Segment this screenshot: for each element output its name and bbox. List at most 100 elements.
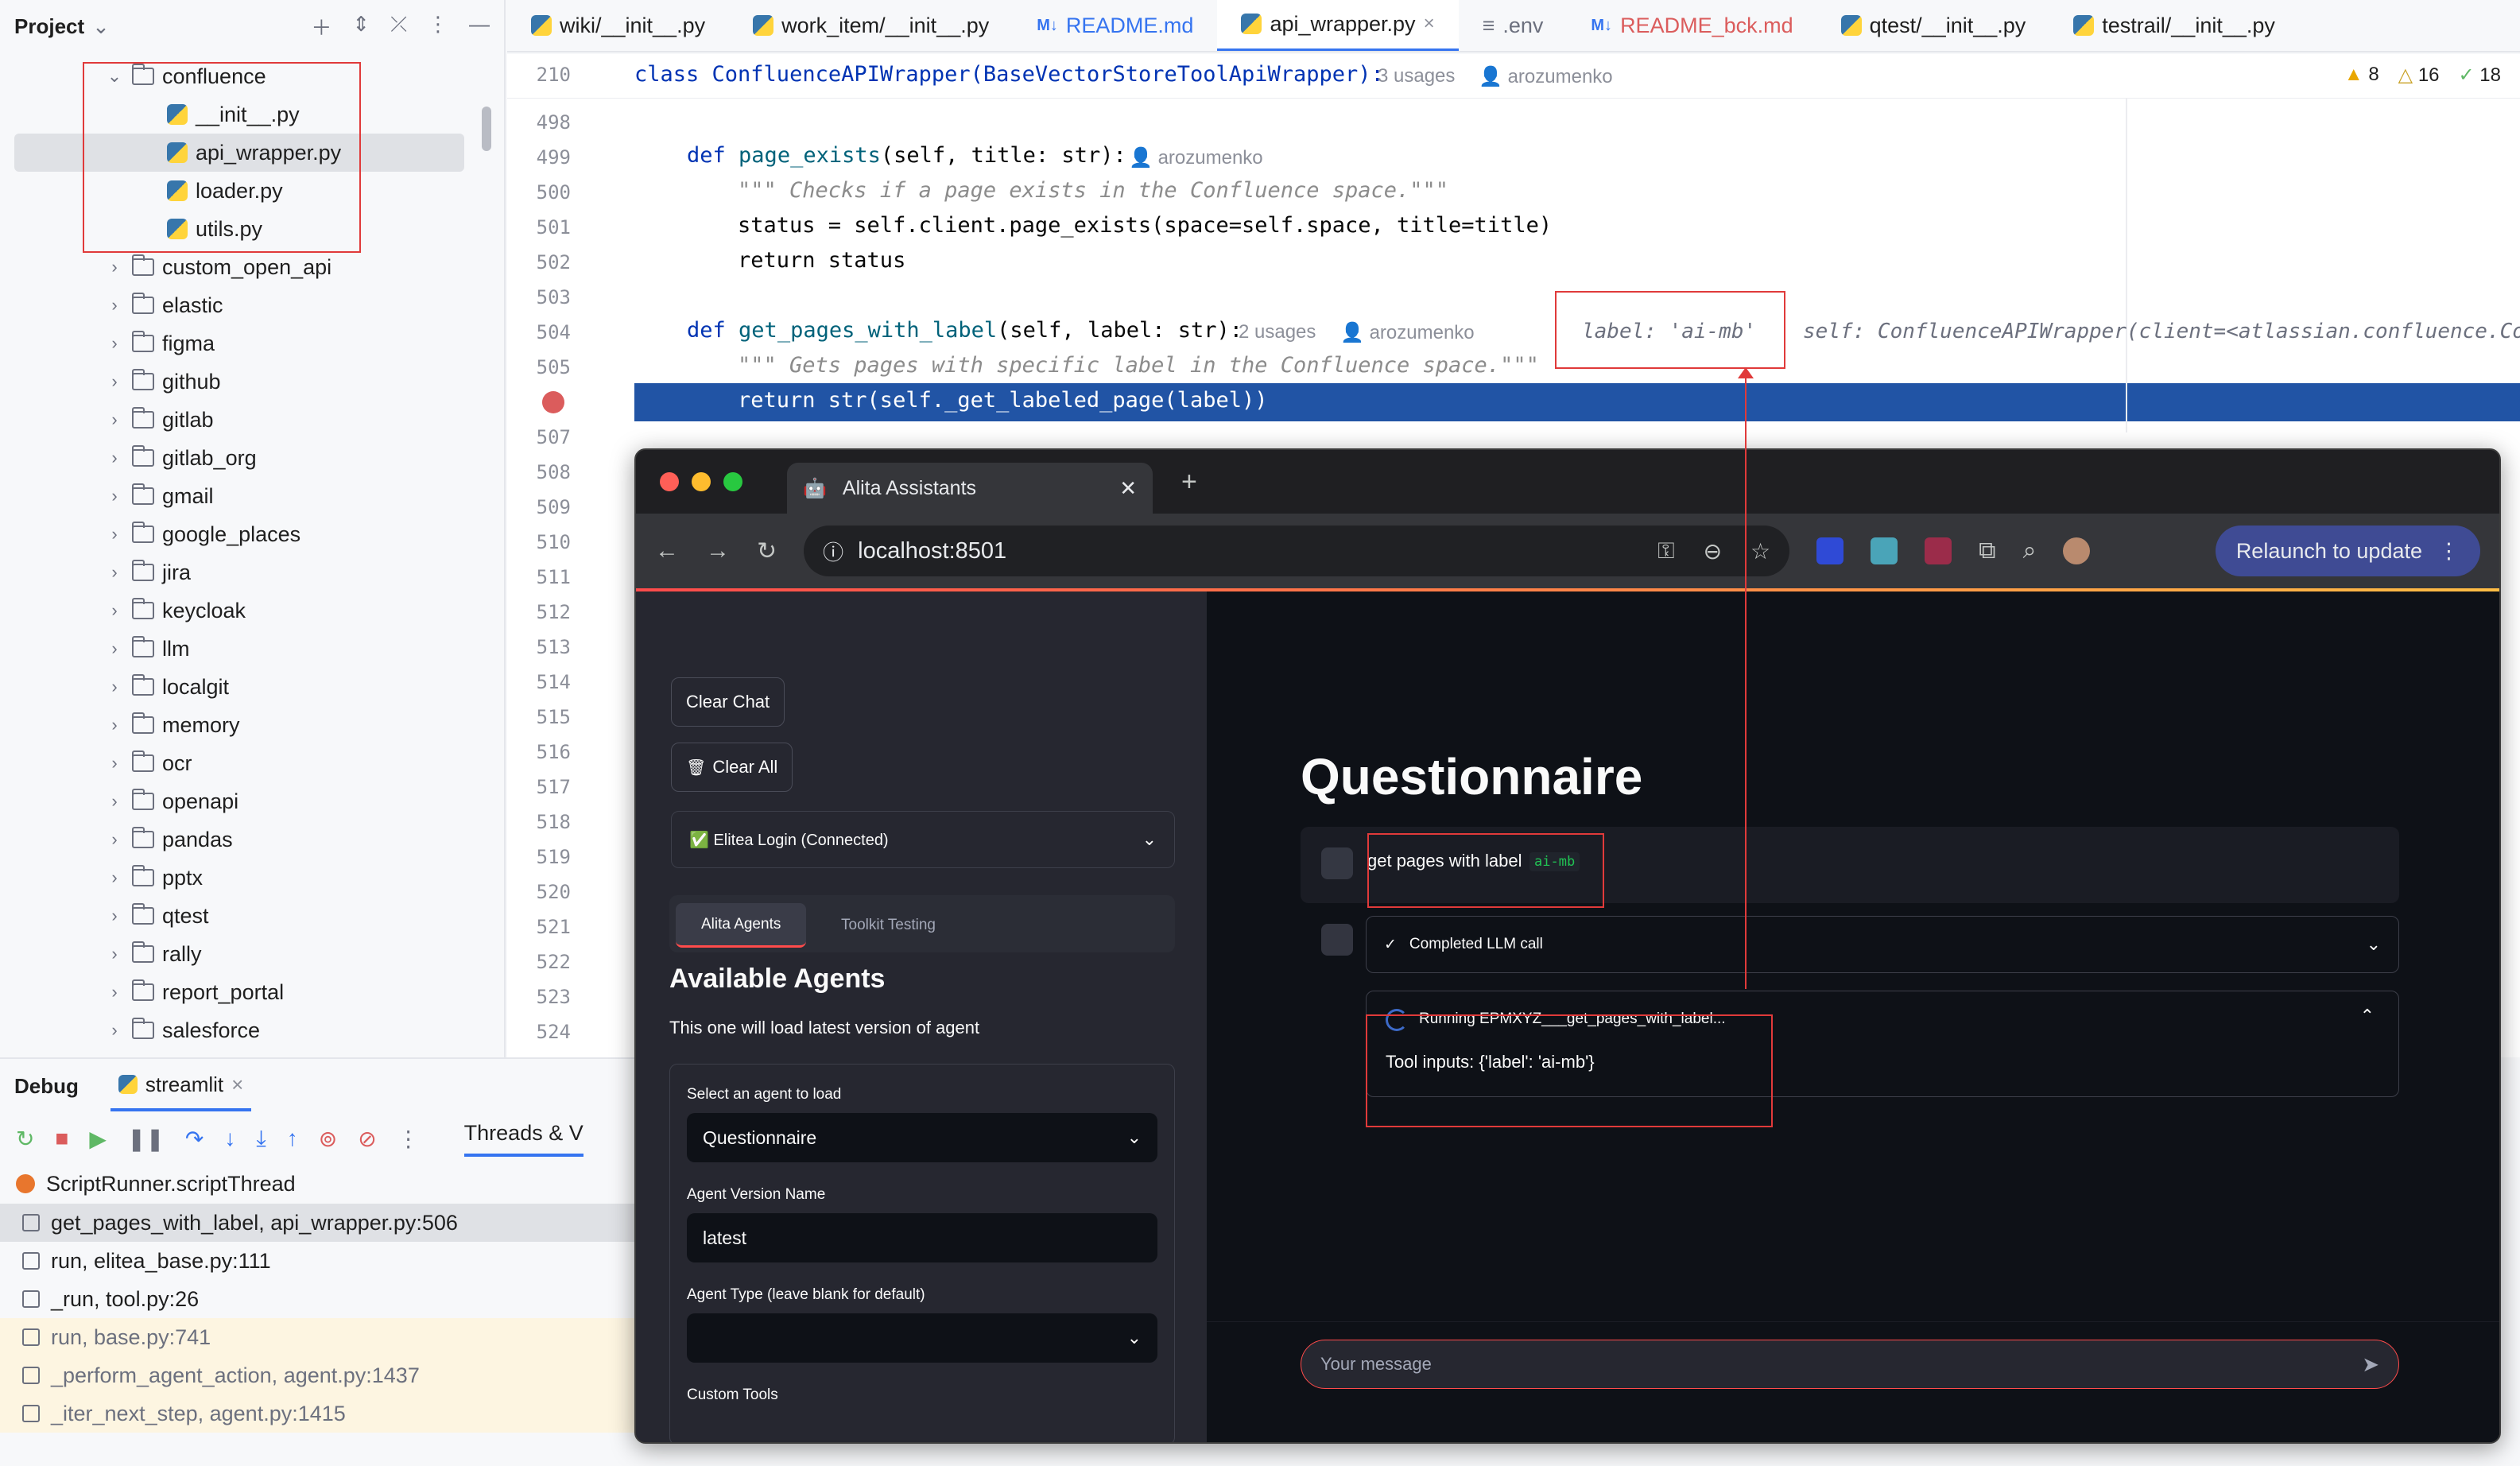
debug-title[interactable]: Debug <box>14 1074 79 1099</box>
login-expander[interactable]: ✅ Elitea Login (Connected) ⌄ <box>671 811 1175 868</box>
add-icon[interactable]: ＋ <box>311 12 331 41</box>
editor-tab[interactable]: testrail/__init__.py <box>2049 0 2299 51</box>
chevron-down-icon[interactable]: ⌄ <box>103 66 126 87</box>
line-number[interactable]: 512 <box>507 601 571 623</box>
tree-item-llm[interactable]: › llm <box>0 630 477 668</box>
chevron-right-icon[interactable]: › <box>103 867 126 888</box>
agent-select[interactable]: Questionnaire ⌄ <box>687 1113 1157 1162</box>
tree-item-google-places[interactable]: › google_places <box>0 515 477 553</box>
new-tab-icon[interactable]: + <box>1181 467 1197 498</box>
extension-icon[interactable] <box>1925 537 1952 564</box>
close-window-button[interactable] <box>660 472 679 491</box>
line-number[interactable]: 508 <box>507 461 571 483</box>
tree-item-qtest[interactable]: › qtest <box>0 897 477 935</box>
tree-item-init-py[interactable]: __init__.py <box>0 95 477 134</box>
tree-item-jira[interactable]: › jira <box>0 553 477 591</box>
line-number[interactable]: 510 <box>507 531 571 553</box>
mute-breakpoints-icon[interactable]: ⊘ <box>358 1126 376 1152</box>
tab-toolkit-testing[interactable]: Toolkit Testing <box>816 903 961 948</box>
profile-avatar[interactable] <box>2063 537 2091 564</box>
warning-count[interactable]: ▲ 8 <box>2344 64 2379 87</box>
line-number[interactable]: 498 <box>507 111 571 134</box>
pause-icon[interactable]: ❚❚ <box>127 1126 165 1152</box>
rerun-icon[interactable]: ↻ <box>16 1126 34 1152</box>
step-into-my-code-icon[interactable]: ⤓ <box>256 1126 266 1152</box>
line-number[interactable]: 500 <box>507 181 571 204</box>
editor-tab[interactable]: M↓ README.md <box>1013 0 1217 51</box>
line-number[interactable]: 509 <box>507 496 571 518</box>
editor-tab[interactable]: work_item/__init__.py <box>729 0 1013 51</box>
stop-icon[interactable]: ■ <box>55 1126 68 1151</box>
minimize-window-button[interactable] <box>692 472 711 491</box>
chat-input[interactable]: Your message ➤ <box>1301 1340 2399 1389</box>
check-count[interactable]: ✓ 18 <box>2459 64 2501 87</box>
line-number[interactable]: 523 <box>507 986 571 1008</box>
tree-item-api-wrapper-py[interactable]: api_wrapper.py <box>14 134 464 172</box>
address-bar[interactable]: ⓘ localhost:8501 ⚿ ⊖ ☆ <box>804 526 1790 576</box>
line-number[interactable]: 515 <box>507 706 571 728</box>
chevron-right-icon[interactable]: › <box>103 562 126 583</box>
line-number[interactable]: 499 <box>507 146 571 169</box>
tree-item-localgit[interactable]: › localgit <box>0 668 477 706</box>
chevron-right-icon[interactable]: › <box>103 295 126 316</box>
chevron-right-icon[interactable]: › <box>103 791 126 812</box>
stack-frame[interactable]: _perform_agent_action, agent.py:1437 <box>0 1356 636 1394</box>
extensions-puzzle-icon[interactable]: ⧉ <box>1979 537 1995 564</box>
tab-threads-variables[interactable]: Threads & V <box>463 1121 583 1157</box>
tab-alita-agents[interactable]: Alita Agents <box>676 903 807 948</box>
stack-frame[interactable]: _run, tool.py:26 <box>0 1280 636 1318</box>
chevron-down-icon[interactable]: ⌄ <box>92 14 110 39</box>
line-number[interactable]: 521 <box>507 916 571 938</box>
line-number[interactable]: 511 <box>507 566 571 588</box>
reload-icon[interactable]: ↻ <box>757 537 777 565</box>
tree-item-report-portal[interactable]: › report_portal <box>0 973 477 1011</box>
editor-tab[interactable]: api_wrapper.py × <box>1217 0 1459 51</box>
site-info-icon[interactable]: ⓘ <box>823 537 843 566</box>
llm-call-status[interactable]: ✓ Completed LLM call ⌄ <box>1366 916 2399 973</box>
line-number[interactable]: 503 <box>507 286 571 308</box>
chevron-right-icon[interactable]: › <box>103 1020 126 1041</box>
line-number[interactable]: 516 <box>507 741 571 763</box>
close-tab-icon[interactable]: × <box>1424 13 1435 35</box>
chevron-right-icon[interactable]: › <box>103 638 126 659</box>
chevron-right-icon[interactable]: › <box>103 829 126 850</box>
more-icon[interactable]: ⋮ <box>428 12 448 41</box>
line-number[interactable]: 513 <box>507 636 571 658</box>
chevron-right-icon[interactable]: › <box>103 906 126 926</box>
tree-item-rally[interactable]: › rally <box>0 935 477 973</box>
forward-icon[interactable]: → <box>706 537 730 564</box>
tree-item-pandas[interactable]: › pandas <box>0 820 477 859</box>
chevron-right-icon[interactable]: › <box>103 715 126 735</box>
tree-item-elastic[interactable]: › elastic <box>0 286 477 324</box>
tree-item-gitlab[interactable]: › gitlab <box>0 401 477 439</box>
breakpoint-icon[interactable] <box>542 391 564 413</box>
stack-frame[interactable]: get_pages_with_label, api_wrapper.py:506 <box>0 1204 636 1242</box>
sticky-header[interactable]: 210 class ConfluenceAPIWrapper(BaseVecto… <box>507 54 2520 99</box>
line-number[interactable]: 504 <box>507 321 571 343</box>
editor-tab[interactable]: M↓ README_bck.md <box>1567 0 1816 51</box>
tree-item-utils-py[interactable]: utils.py <box>0 210 477 248</box>
line-number[interactable]: 519 <box>507 846 571 868</box>
line-number[interactable]: 524 <box>507 1021 571 1043</box>
clear-all-button[interactable]: 🗑 Clear All <box>671 743 793 792</box>
line-number[interactable]: 505 <box>507 356 571 378</box>
chevron-right-icon[interactable]: › <box>103 753 126 774</box>
version-input[interactable]: latest <box>687 1213 1157 1262</box>
usages-hint[interactable]: 2 usages <box>1239 321 1316 343</box>
line-number[interactable]: 522 <box>507 951 571 973</box>
tab-search-icon[interactable]: ⌕ <box>2023 537 2037 564</box>
chevron-right-icon[interactable]: › <box>103 677 126 697</box>
key-icon[interactable]: ⚿ <box>1657 538 1674 564</box>
tree-item-salesforce[interactable]: › salesforce <box>0 1011 477 1049</box>
chevron-right-icon[interactable]: › <box>103 371 126 392</box>
editor-tab[interactable]: ≡ .env <box>1459 0 1568 51</box>
view-breakpoints-icon[interactable]: ⊚ <box>319 1126 337 1152</box>
close-tab-icon[interactable]: ✕ <box>1119 476 1137 501</box>
line-number[interactable]: 502 <box>507 251 571 273</box>
chevron-right-icon[interactable]: › <box>103 333 126 354</box>
tree-item-custom-open-api[interactable]: › custom_open_api <box>0 248 477 286</box>
collapse-all-icon[interactable]: ⤫ <box>390 12 407 41</box>
maximize-window-button[interactable] <box>723 472 742 491</box>
weak-warning-count[interactable]: △ 16 <box>2398 64 2440 87</box>
stack-frame[interactable]: _iter_next_step, agent.py:1415 <box>0 1394 636 1433</box>
